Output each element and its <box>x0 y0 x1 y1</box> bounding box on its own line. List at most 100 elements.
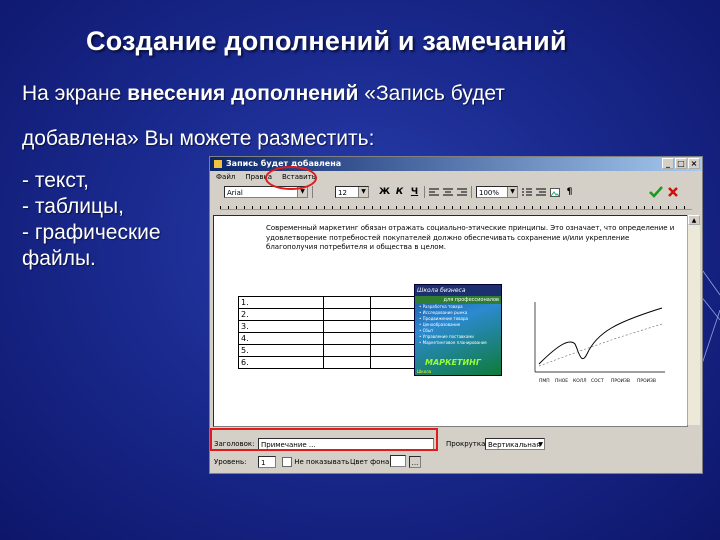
underline-button[interactable]: Ч <box>409 187 420 197</box>
inserted-graph-image[interactable]: ПМП ПНОЕ КОЛЛ СОСТ ПРОИЗВ ПРОИЗВ <box>517 294 667 389</box>
graph-label: СОСТ <box>591 378 604 384</box>
indent-icon[interactable] <box>536 188 546 197</box>
graph-trend <box>538 323 663 367</box>
close-icon[interactable] <box>667 186 679 198</box>
chevron-down-icon: ▼ <box>538 441 543 448</box>
chevron-down-icon: ▼ <box>358 187 368 197</box>
hide-label: Не показывать <box>294 458 350 466</box>
list-item: файлы. <box>22 247 96 270</box>
graph-label: ПРОИЗВ <box>611 378 630 384</box>
close-button[interactable]: × <box>688 158 700 169</box>
ruler <box>220 201 692 210</box>
scroll-select[interactable]: Вертикальная ▼ <box>485 438 545 450</box>
hide-option[interactable]: Не показывать <box>282 455 349 469</box>
intro-line-1: На экране внесения дополнений «Запись бу… <box>22 82 505 106</box>
table-cell: 6. <box>238 356 324 369</box>
app-icon <box>214 159 222 168</box>
table-row: 5. <box>238 344 418 357</box>
maximize-button[interactable]: □ <box>675 158 687 169</box>
table-cell: 2. <box>238 308 324 321</box>
zoom-value: 100% <box>479 189 500 197</box>
menu-file[interactable]: Файл <box>216 171 235 183</box>
table-cell <box>370 332 418 345</box>
paragraph-mark-button[interactable]: ¶ <box>564 187 575 197</box>
table-cell <box>323 296 371 309</box>
list-item: - таблицы, <box>22 195 124 218</box>
toolbar-divider <box>312 186 313 198</box>
toolbar-divider <box>471 186 472 198</box>
image-icon[interactable] <box>550 187 560 197</box>
table-row: 3. <box>238 320 418 333</box>
table-row: 6. <box>238 356 418 369</box>
scroll-label: Прокрутка: <box>446 440 488 448</box>
table-cell <box>370 344 418 357</box>
font-size-value: 12 <box>338 189 347 197</box>
table-cell <box>323 320 371 333</box>
window-controls: _ □ × <box>662 158 700 169</box>
minimize-button[interactable]: _ <box>662 158 674 169</box>
italic-button[interactable]: К <box>394 187 405 197</box>
highlight-insert-menu <box>265 166 317 190</box>
intro-text-bold: внесения дополнений <box>127 82 359 105</box>
list-item: - текст, <box>22 169 89 192</box>
book-subheader: для профессионалов <box>415 296 501 304</box>
document-editor[interactable]: Современный маркетинг обязан отражать со… <box>213 215 688 427</box>
bg-color-label: Цвет фона: <box>350 458 392 466</box>
table-cell <box>370 296 418 309</box>
scroll-up-icon[interactable]: ▲ <box>688 215 700 225</box>
table-row: 1. <box>238 296 418 309</box>
chevron-down-icon: ▼ <box>507 187 517 197</box>
bold-button[interactable]: Ж <box>379 187 390 197</box>
table-cell: 5. <box>238 344 324 357</box>
table-cell: 4. <box>238 332 324 345</box>
table-row: 4. <box>238 332 418 345</box>
book-header: Школа бизнеса <box>415 285 501 296</box>
inserted-book-image[interactable]: Школа бизнеса для профессионалов • Разра… <box>414 284 502 376</box>
table-cell <box>323 308 371 321</box>
slide-title: Создание дополнений и замечаний <box>86 26 567 56</box>
table-cell <box>323 344 371 357</box>
align-right-icon[interactable] <box>457 188 467 197</box>
list-item: - графические <box>22 221 161 244</box>
bg-color-swatch[interactable] <box>390 455 406 467</box>
intro-line-2: добавлена» Вы можете разместить: <box>22 127 375 150</box>
content-types-list: - текст, - таблицы, - графические файлы. <box>22 168 161 272</box>
graph-label: ПНОЕ <box>555 378 568 384</box>
table-cell <box>323 332 371 345</box>
zoom-select[interactable]: 100% ▼ <box>476 186 518 198</box>
level-label: Уровень: <box>214 458 247 466</box>
table-row: 2. <box>238 308 418 321</box>
checkmark-icon[interactable] <box>649 186 663 198</box>
scroll-value: Вертикальная <box>488 441 541 449</box>
highlight-heading-field <box>210 428 438 451</box>
add-record-window: Запись будет добавлена _ □ × Файл Правка… <box>209 156 703 474</box>
document-text: Современный маркетинг обязан отражать со… <box>266 224 675 251</box>
bullets-icon[interactable] <box>522 188 532 197</box>
align-left-icon[interactable] <box>429 188 439 197</box>
graph-label: ПМП <box>539 378 550 384</box>
toolbar-divider <box>424 186 425 198</box>
table-cell <box>370 308 418 321</box>
table-cell <box>370 356 418 369</box>
table-cell: 3. <box>238 320 324 333</box>
book-items: • Разработка товара • Исследование рынка… <box>415 304 501 346</box>
inserted-table: 1. 2. 3. 4. 5. 6. <box>238 296 418 369</box>
level-input[interactable]: 1 <box>258 456 276 468</box>
table-cell <box>323 356 371 369</box>
graph-label: КОЛЛ <box>573 378 587 384</box>
table-cell: 1. <box>238 296 324 309</box>
vertical-scrollbar[interactable]: ▲ ▼ <box>687 215 700 425</box>
book-brand: МАРКЕТИНГ <box>425 358 481 367</box>
book-footer: Школа <box>417 369 432 374</box>
graph-curve <box>538 307 663 365</box>
bg-color-button[interactable]: ... <box>409 456 421 468</box>
hide-checkbox[interactable] <box>282 457 292 467</box>
align-center-icon[interactable] <box>443 188 453 197</box>
table-cell <box>370 320 418 333</box>
intro-text-a: На экране <box>22 82 128 105</box>
font-name-value: Arial <box>227 189 243 197</box>
book-item: • Маркетинговое планирование <box>419 340 487 345</box>
intro-text-c: «Запись будет <box>358 82 505 105</box>
graph-label: ПРОИЗВ <box>637 378 656 384</box>
font-size-select[interactable]: 12 ▼ <box>335 186 369 198</box>
